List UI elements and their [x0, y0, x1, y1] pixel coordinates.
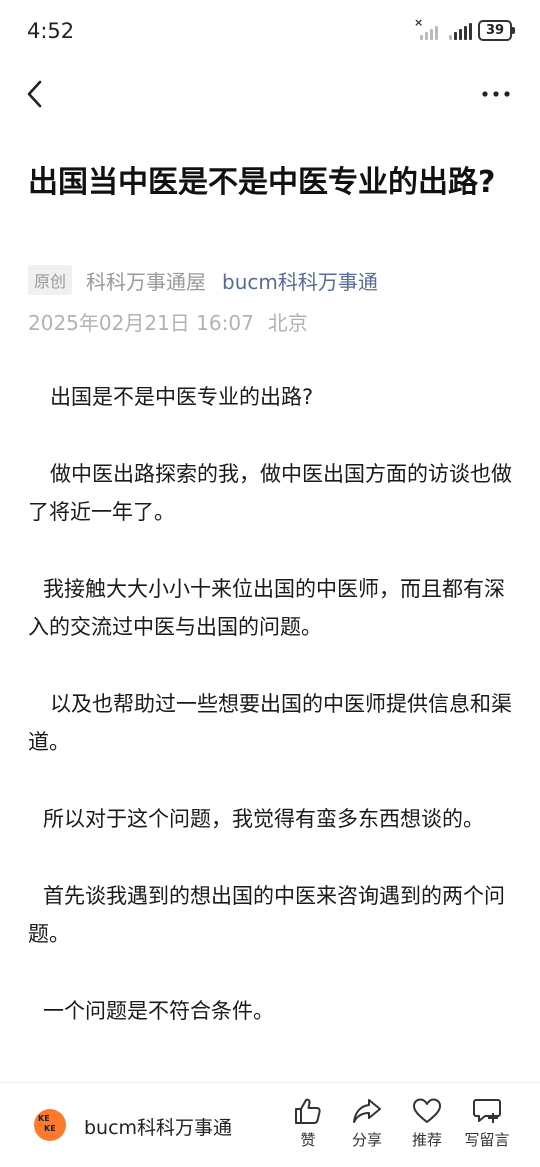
share-button[interactable]: 分享: [337, 1097, 397, 1150]
cell-signal-icon: [446, 22, 472, 40]
paragraph: 以及也帮助过一些想要出国的中医师提供信息和渠道。: [28, 692, 512, 754]
share-label: 分享: [351, 1131, 382, 1149]
article-title: 出国当中医是不是中医专业的出路?: [28, 165, 496, 200]
paragraph: 我接触大大小小十来位出国的中医师，而且都有深入的交流过中医与出国的问题。: [28, 577, 505, 639]
paragraph: 一个问题是不符合条件。: [43, 999, 274, 1023]
original-tag: 原创: [28, 265, 73, 295]
status-icons: × 39: [414, 16, 515, 41]
avatar-text-bottom: KE: [44, 1124, 56, 1133]
paragraph: 所以对于这个问题，我觉得有蛮多东西想谈的。: [43, 807, 484, 831]
account-avatar[interactable]: KE KE: [34, 1109, 66, 1141]
comment-plus-icon: [473, 1099, 501, 1123]
comment-label: 写留言: [464, 1131, 510, 1149]
paragraph: 做中医出路探索的我，做中医出国方面的访谈也做了将近一年了。: [28, 462, 512, 524]
nav-bar: [0, 62, 540, 126]
recommend-button[interactable]: 推荐: [397, 1097, 457, 1150]
battery-icon: 39: [478, 20, 515, 41]
like-button[interactable]: 赞: [278, 1097, 338, 1150]
account-link[interactable]: bucm科科万事通: [222, 266, 378, 295]
publish-location: 北京: [267, 311, 308, 335]
back-arrow-icon: [27, 80, 42, 108]
avatar-text-top: KE: [38, 1114, 50, 1123]
author-name: 科科万事通屋: [86, 269, 207, 294]
status-time: 4:52: [27, 19, 75, 43]
no-signal-icon: ×: [414, 16, 440, 40]
recommend-label: 推荐: [411, 1131, 442, 1149]
more-button[interactable]: [480, 80, 512, 108]
share-icon: [353, 1099, 381, 1123]
heart-icon: [413, 1098, 441, 1123]
bottom-toolbar: KE KE bucm科科万事通 赞 分享 推荐 写留言: [0, 1082, 540, 1167]
publish-date: 2025年02月21日 16:07: [28, 311, 254, 335]
article-body: 出国是不是中医专业的出路? 做中医出路探索的我，做中医出国方面的访谈也做了将近一…: [28, 378, 514, 1069]
back-button[interactable]: [22, 76, 54, 112]
article-meta: 原创 科科万事通屋 bucm科科万事通: [28, 264, 378, 296]
bottom-account-name[interactable]: bucm科科万事通: [84, 1113, 232, 1140]
publish-info: 2025年02月21日 16:07 北京: [28, 307, 308, 336]
status-bar: 4:52 × 39: [0, 0, 540, 62]
paragraph: 出国是不是中医专业的出路?: [50, 385, 314, 409]
like-label: 赞: [300, 1131, 316, 1149]
thumb-up-icon: [295, 1098, 321, 1124]
comment-button[interactable]: 写留言: [457, 1097, 517, 1150]
more-dots-icon: [482, 91, 510, 97]
paragraph: 首先谈我遇到的想出国的中医来咨询遇到的两个问题。: [28, 884, 505, 946]
